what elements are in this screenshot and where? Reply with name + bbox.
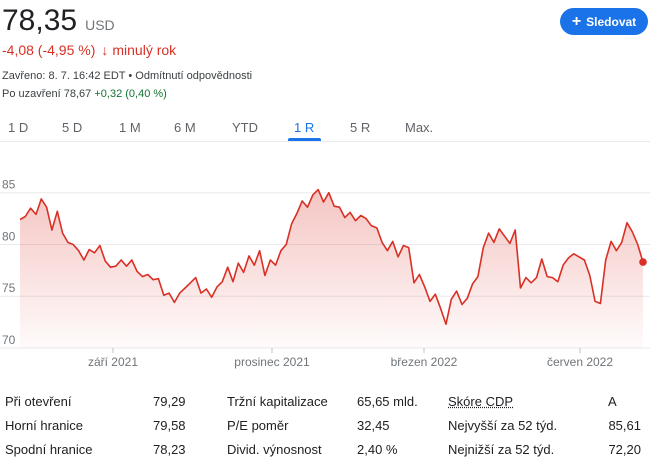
- stat-value: 2,40 %: [357, 442, 398, 457]
- stat-label: Tržní kapitalizace: [227, 394, 328, 409]
- stat-value: 72,20: [608, 442, 641, 457]
- tab-5r[interactable]: 5 R: [350, 120, 370, 135]
- arrow-down-icon: ↓: [101, 42, 109, 58]
- tab-max[interactable]: Max.: [405, 120, 433, 135]
- after-hours-change: +0,32 (0,40 %): [94, 88, 167, 100]
- stat-value: A: [608, 394, 617, 409]
- stat-open: Při otevření 79,29: [5, 394, 186, 409]
- x-tick-label: březen 2022: [391, 355, 458, 369]
- range-tabs: 1 D 5 D 1 M 6 M YTD 1 R 5 R Max.: [0, 116, 650, 144]
- follow-button-label: Sledovat: [586, 14, 637, 29]
- stat-low: Spodní hranice 78,23: [5, 442, 186, 457]
- quote-header: 78,35 USD: [2, 4, 115, 38]
- x-tick-label: prosinec 2021: [234, 355, 310, 369]
- last-price-dot: [639, 258, 647, 266]
- active-tab-indicator: [288, 138, 321, 141]
- price-chart: 85 80 75 70 září 2021 prosinec 2021 březen 20…: [0, 178, 650, 369]
- disclaimer-link[interactable]: Odmítnutí odpovědnosti: [135, 70, 252, 82]
- market-status: Zavřeno: 8. 7. 16:42 EDT • Odmítnutí odp…: [2, 70, 252, 82]
- x-tick-label: červen 2022: [547, 355, 613, 369]
- stat-value: 79,29: [153, 394, 186, 409]
- stat-52w-high: Nejvyšší za 52 týd. 85,61: [448, 418, 641, 433]
- stat-market-cap: Tržní kapitalizace 65,65 mld.: [227, 394, 418, 409]
- closed-time: Zavřeno: 8. 7. 16:42 EDT: [2, 70, 126, 82]
- stat-label: P/E poměr: [227, 418, 289, 433]
- y-tick-label: 70: [2, 333, 16, 347]
- tab-1m[interactable]: 1 M: [119, 120, 141, 135]
- y-tick-label: 80: [2, 229, 16, 243]
- stat-cdp-score: Skóre CDP A: [448, 394, 617, 409]
- after-hours-price: Po uzavření 78,67: [2, 88, 92, 100]
- tab-5d[interactable]: 5 D: [62, 120, 82, 135]
- stat-value: 65,65 mld.: [357, 394, 418, 409]
- stat-dividend-yield: Divid. výnosnost 2,40 %: [227, 442, 397, 457]
- change-value: -4,08 (-4,95 %): [2, 42, 96, 58]
- tab-ytd[interactable]: YTD: [232, 120, 258, 135]
- currency-label: USD: [85, 17, 115, 33]
- price-area: [20, 189, 643, 348]
- tab-1r[interactable]: 1 R: [294, 120, 314, 135]
- stat-value: 79,58: [153, 418, 186, 433]
- stat-label: Nejvyšší za 52 týd.: [448, 418, 558, 433]
- stat-label: Při otevření: [5, 394, 72, 409]
- x-tick-label: září 2021: [88, 355, 138, 369]
- plus-icon: +: [571, 12, 582, 30]
- stat-pe-ratio: P/E poměr 32,45: [227, 418, 390, 433]
- tabs-divider: [0, 141, 650, 142]
- cdp-score-link[interactable]: Skóre CDP: [448, 394, 513, 409]
- stat-label: Divid. výnosnost: [227, 442, 322, 457]
- follow-button[interactable]: + Sledovat: [560, 8, 648, 35]
- separator: •: [128, 70, 133, 82]
- after-hours: Po uzavření 78,67 +0,32 (0,40 %): [2, 88, 167, 100]
- current-price: 78,35: [2, 4, 78, 37]
- stat-label: Nejnižší za 52 týd.: [448, 442, 555, 457]
- y-tick-label: 75: [2, 281, 16, 295]
- stat-label: Spodní hranice: [5, 442, 93, 457]
- price-change: -4,08 (-4,95 %) ↓ minulý rok: [2, 42, 176, 58]
- stat-52w-low: Nejnižší za 52 týd. 72,20: [448, 442, 641, 457]
- stat-high: Horní hranice 79,58: [5, 418, 186, 433]
- tab-6m[interactable]: 6 M: [174, 120, 196, 135]
- stat-value: 85,61: [608, 418, 641, 433]
- stat-value: 32,45: [357, 418, 390, 433]
- stat-label: Horní hranice: [5, 418, 84, 433]
- y-tick-label: 85: [2, 178, 16, 192]
- tab-1d[interactable]: 1 D: [8, 120, 28, 135]
- stat-value: 78,23: [153, 442, 186, 457]
- change-period: minulý rok: [112, 42, 177, 58]
